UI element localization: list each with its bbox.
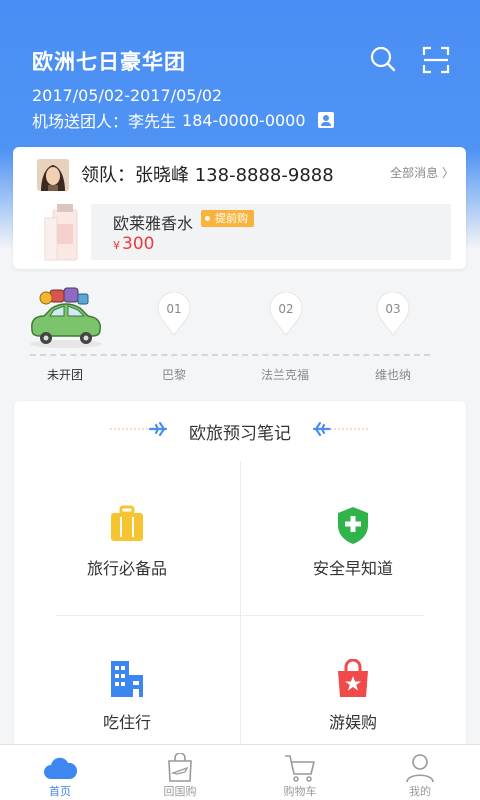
shield-icon	[338, 507, 368, 544]
presale-badge: 提前购	[201, 210, 254, 227]
cloud-icon	[44, 757, 77, 779]
nav-return-shopping[interactable]: 回国购	[120, 745, 240, 800]
leader-card: 领队：张晓峰 138-8888-9888 全部消息 〉 欧莱雅香水 提前购 ¥3…	[13, 147, 466, 269]
notes-title: 欧旅预习笔记	[189, 424, 291, 444]
leader-info: 领队：张晓峰 138-8888-9888	[81, 165, 334, 186]
notes-item-leisure-shopping[interactable]: 游娱购	[240, 659, 466, 733]
perfume-image[interactable]	[43, 204, 87, 262]
travel-notes-panel: 欧旅预习笔记 旅行必备品 安全早知道 吃住行 游娱购	[14, 401, 466, 761]
car-illustration-icon	[30, 287, 102, 348]
contact-card-icon[interactable]	[317, 112, 334, 128]
tour-title: 欧洲七日豪华团	[32, 50, 186, 74]
nav-home[interactable]: 首页	[0, 745, 120, 800]
nav-cart[interactable]: 购物车	[240, 745, 360, 800]
product-name: 欧莱雅香水	[113, 214, 194, 233]
notes-item-label: 安全早知道	[312, 559, 393, 578]
stop-label[interactable]: 维也纳	[353, 366, 433, 383]
search-icon[interactable]	[370, 46, 396, 72]
stop-number: 01	[166, 302, 182, 316]
nav-label: 购物车	[283, 785, 317, 798]
product-price: ¥300	[113, 234, 154, 254]
currency-symbol: ¥	[113, 239, 120, 252]
notes-item-label: 旅行必备品	[86, 559, 167, 578]
luggage-icon	[111, 505, 143, 541]
route-timeline: 01 02 03 未开团 巴黎 法兰克福 维也纳	[0, 280, 480, 390]
shopping-bag-icon	[338, 659, 368, 697]
notes-item-label: 吃住行	[102, 713, 151, 732]
notes-item-safety[interactable]: 安全早知道	[240, 505, 466, 579]
bottom-nav: 首页 回国购 购物车 我的	[0, 744, 480, 800]
all-messages-link[interactable]: 全部消息 〉	[390, 164, 454, 181]
building-icon	[111, 661, 143, 697]
tour-dates: 2017/05/02-2017/05/02	[32, 86, 223, 105]
airport-guide: 机场送团人：李先生 184-0000-0000	[32, 108, 334, 132]
notes-item-food-stay[interactable]: 吃住行	[14, 659, 240, 733]
nav-label: 首页	[49, 785, 71, 798]
grid-divider	[56, 615, 424, 616]
stop-number: 03	[385, 302, 401, 316]
guide-phone[interactable]: 184-0000-0000	[182, 111, 306, 130]
avatar	[37, 159, 69, 191]
nav-me[interactable]: 我的	[360, 745, 480, 800]
stop-label[interactable]: 巴黎	[134, 366, 214, 383]
nav-label: 我的	[409, 785, 431, 798]
notes-item-label: 游娱购	[328, 713, 377, 732]
scan-icon[interactable]	[422, 46, 450, 74]
promo-product[interactable]: 欧莱雅香水 提前购 ¥300	[91, 204, 451, 260]
plane-right-icon	[312, 421, 370, 437]
nav-label: 回国购	[163, 785, 197, 798]
notes-item-essentials[interactable]: 旅行必备品	[14, 505, 240, 579]
guide-label: 机场送团人：李先生	[32, 112, 177, 131]
stop-label[interactable]: 法兰克福	[245, 366, 325, 383]
stop-label: 未开团	[46, 368, 83, 382]
cart-icon	[285, 755, 315, 782]
stop-number: 02	[278, 302, 294, 316]
bag-plane-icon	[168, 753, 192, 782]
route-line	[30, 354, 430, 356]
user-icon	[406, 754, 434, 783]
price-value: 300	[122, 234, 155, 254]
